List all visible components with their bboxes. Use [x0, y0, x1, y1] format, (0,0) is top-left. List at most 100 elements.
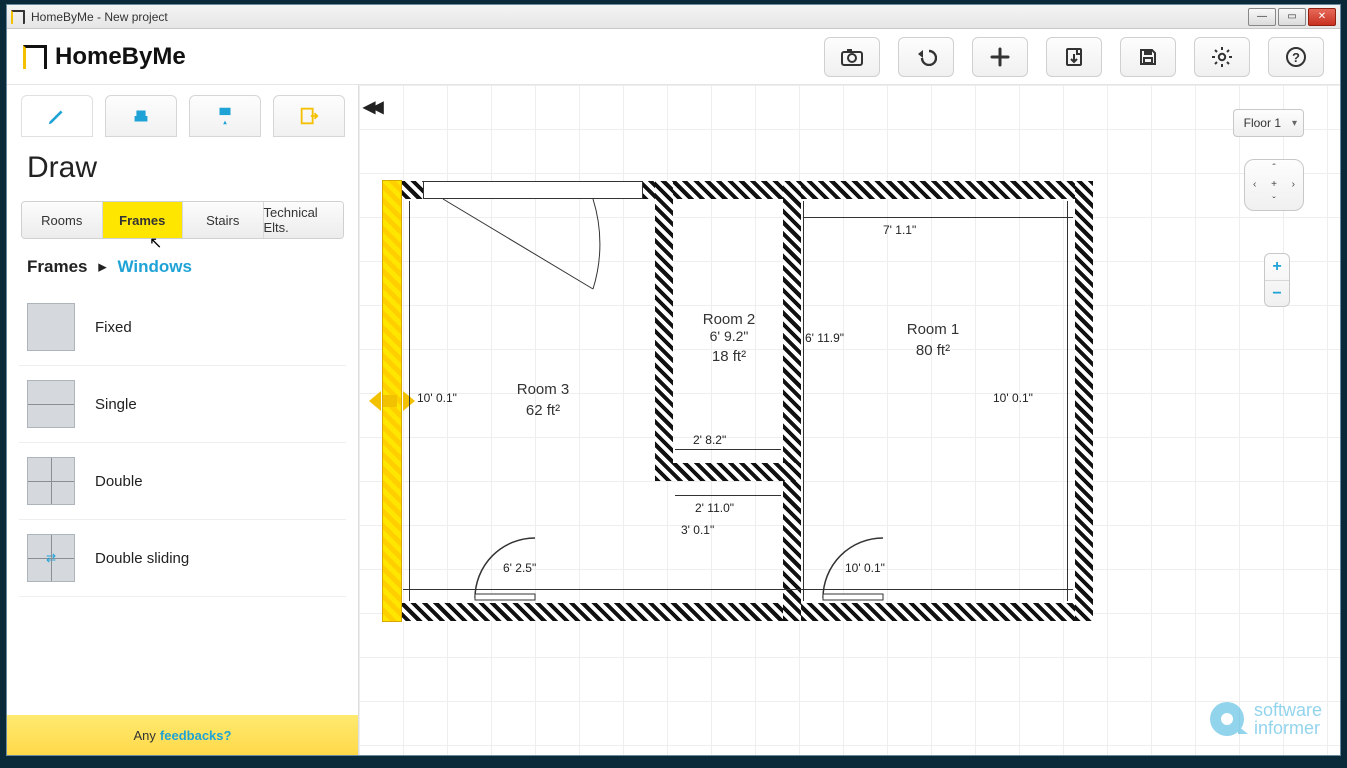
- list-item[interactable]: Double: [19, 443, 346, 520]
- list-item-label: Double sliding: [95, 550, 189, 567]
- floor-selector[interactable]: Floor 1: [1233, 109, 1304, 137]
- cat-tab-frames[interactable]: Frames: [103, 202, 184, 238]
- feedback-prefix: Any: [134, 728, 156, 743]
- dimension: 6' 2.5": [503, 561, 536, 575]
- dim-line: [403, 589, 1073, 590]
- floor-plan[interactable]: Room 3 62 ft² Room 2 6' 9.2" 18 ft² Room…: [383, 181, 1093, 621]
- floor-selector-value: Floor 1: [1244, 116, 1281, 130]
- list-item[interactable]: Single: [19, 366, 346, 443]
- dim-line: [1067, 201, 1068, 601]
- room-area: 80 ft²: [873, 342, 993, 359]
- window-fixed-icon: [27, 303, 75, 351]
- section-title: Draw: [7, 139, 358, 201]
- brand-name: HomeByMe: [55, 43, 186, 71]
- room-name: Room 3: [483, 381, 603, 398]
- cat-tab-rooms[interactable]: Rooms: [22, 202, 103, 238]
- list-item-label: Double: [95, 473, 143, 490]
- door-swing[interactable]: [443, 199, 613, 314]
- window-single-icon: [27, 380, 75, 428]
- chevron-right-icon: ▸: [98, 257, 107, 276]
- help-button[interactable]: ?: [1268, 37, 1324, 77]
- dim-line: [675, 449, 781, 450]
- list-item-label: Fixed: [95, 319, 132, 336]
- list-item-label: Single: [95, 396, 137, 413]
- wall-move-handle[interactable]: [373, 391, 411, 411]
- room-area: 18 ft²: [679, 348, 779, 365]
- undo-button[interactable]: [898, 37, 954, 77]
- settings-button[interactable]: [1194, 37, 1250, 77]
- mode-tab-share[interactable]: [273, 95, 345, 137]
- room-name: Room 1: [873, 321, 993, 338]
- dim-line: [803, 201, 804, 601]
- mode-tab-furnish[interactable]: [105, 95, 177, 137]
- wall[interactable]: [383, 603, 1093, 621]
- titlebar: HomeByMe - New project — ▭ ✕: [7, 5, 1340, 29]
- wall[interactable]: [1075, 181, 1093, 621]
- close-button[interactable]: ✕: [1308, 8, 1336, 26]
- dimension: 10' 0.1": [845, 561, 885, 575]
- dimension: 7' 1.1": [883, 223, 916, 237]
- pan-down-icon[interactable]: ˇ: [1264, 193, 1283, 210]
- room-label: Room 2 6' 9.2" 18 ft²: [679, 311, 779, 365]
- mode-tab-draw[interactable]: [21, 95, 93, 137]
- window-type-list: Fixed Single Double ⇄ Double sliding: [7, 289, 358, 597]
- pan-up-icon[interactable]: ˆ: [1264, 160, 1283, 177]
- wall[interactable]: [655, 181, 673, 481]
- dim-line: [675, 495, 781, 496]
- pan-center-icon[interactable]: +: [1264, 177, 1283, 194]
- zoom-in-button[interactable]: +: [1265, 254, 1289, 280]
- feedback-link[interactable]: feedbacks?: [160, 728, 232, 743]
- add-button[interactable]: [972, 37, 1028, 77]
- svg-text:?: ?: [1292, 50, 1300, 65]
- canvas[interactable]: ◀◀ Floor 1 ˆ ‹+› ˇ + −: [359, 85, 1340, 755]
- mode-tab-paint[interactable]: [189, 95, 261, 137]
- window-title: HomeByMe - New project: [31, 10, 168, 24]
- dimension: 2' 8.2": [693, 433, 726, 447]
- dimension: 6' 11.9": [805, 331, 844, 345]
- category-tabs: Rooms Frames Stairs Technical Elts.: [21, 201, 344, 239]
- breadcrumb-root: Frames: [27, 257, 87, 276]
- wall[interactable]: [655, 463, 801, 481]
- export-button[interactable]: [1046, 37, 1102, 77]
- room-label: Room 3 62 ft²: [483, 381, 603, 419]
- window-double-sliding-icon: ⇄: [27, 534, 75, 582]
- maximize-button[interactable]: ▭: [1278, 8, 1306, 26]
- pan-control[interactable]: ˆ ‹+› ˇ: [1244, 159, 1304, 211]
- pan-left-icon[interactable]: ‹: [1245, 177, 1264, 194]
- dimension: 10' 0.1": [417, 391, 457, 405]
- dimension: 3' 0.1": [681, 523, 714, 537]
- feedback-bar[interactable]: Any feedbacks?: [7, 715, 358, 755]
- dim-line: [409, 201, 410, 601]
- watermark-text: software informer: [1254, 701, 1322, 737]
- zoom-control: + −: [1264, 253, 1290, 307]
- sidebar: Draw Rooms Frames Stairs Technical Elts.…: [7, 85, 359, 755]
- room-area: 62 ft²: [483, 402, 603, 419]
- app-logo-icon: [11, 10, 25, 24]
- brand: HomeByMe: [23, 43, 186, 71]
- brand-logo-icon: [23, 45, 47, 69]
- camera-button[interactable]: [824, 37, 880, 77]
- watermark: software informer: [1210, 701, 1322, 737]
- list-item[interactable]: Fixed: [19, 289, 346, 366]
- watermark-icon: [1210, 702, 1244, 736]
- room-width: 6' 9.2": [679, 328, 779, 344]
- save-button[interactable]: [1120, 37, 1176, 77]
- list-item[interactable]: ⇄ Double sliding: [19, 520, 346, 597]
- dimension: 10' 0.1": [993, 391, 1033, 405]
- minimize-button[interactable]: —: [1248, 8, 1276, 26]
- collapse-sidebar-button[interactable]: ◀◀: [363, 97, 380, 117]
- mode-tabs: [7, 85, 359, 139]
- breadcrumb-sub[interactable]: Windows: [118, 257, 192, 276]
- cat-tab-technical[interactable]: Technical Elts.: [264, 202, 344, 238]
- pan-right-icon[interactable]: ›: [1284, 177, 1303, 194]
- zoom-out-button[interactable]: −: [1265, 280, 1289, 306]
- room-name: Room 2: [679, 311, 779, 328]
- window-opening[interactable]: [423, 181, 643, 199]
- breadcrumb: Frames ▸ Windows: [7, 253, 358, 289]
- window-double-icon: [27, 457, 75, 505]
- dim-line: [803, 217, 1073, 218]
- wall[interactable]: [783, 181, 801, 621]
- cat-tab-stairs[interactable]: Stairs: [183, 202, 264, 238]
- dimension: 2' 11.0": [695, 501, 734, 515]
- top-toolbar: HomeByMe ?: [7, 29, 1340, 85]
